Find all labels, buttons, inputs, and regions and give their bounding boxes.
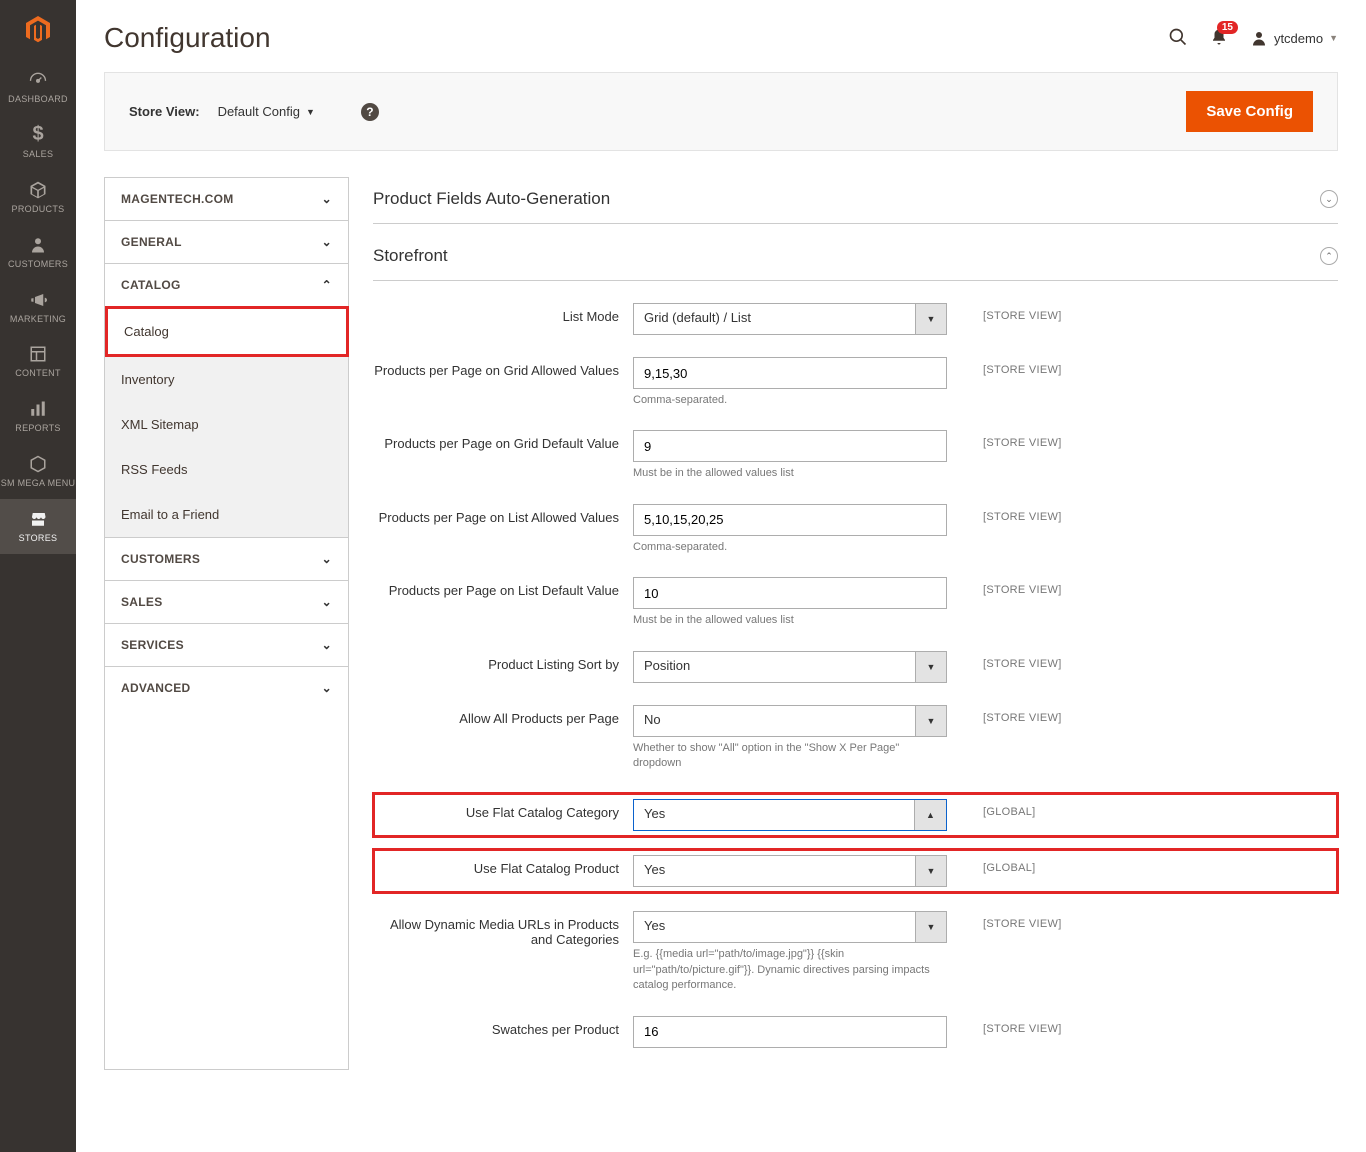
caret-down-icon: ▼: [915, 705, 947, 737]
nav-marketing[interactable]: MARKETING: [0, 280, 76, 335]
config-body: Product Fields Auto-Generation ⌄ Storefr…: [373, 177, 1338, 1070]
person-icon: [26, 233, 50, 257]
search-icon[interactable]: [1168, 27, 1188, 50]
caret-up-icon: ▲: [914, 800, 946, 830]
field-sort-by: Product Listing Sort by Position ▼ [STOR…: [373, 651, 1338, 683]
nav-products[interactable]: PRODUCTS: [0, 170, 76, 225]
field-grid-allowed: Products per Page on Grid Allowed Values…: [373, 357, 1338, 408]
flat-category-select[interactable]: Yes ▲: [633, 799, 947, 831]
tree-item-inventory[interactable]: Inventory: [105, 357, 348, 402]
caret-down-icon: ▼: [306, 107, 315, 117]
tree-item-email-friend[interactable]: Email to a Friend: [105, 492, 348, 537]
user-menu[interactable]: ytcdemo ▼: [1250, 29, 1338, 47]
tree-item-xml-sitemap[interactable]: XML Sitemap: [105, 402, 348, 447]
config-tree: MAGENTECH.COM ⌄ GENERAL ⌄ CATALOG ⌃: [104, 177, 349, 1070]
chevron-down-icon: ⌄: [322, 235, 332, 249]
list-mode-select[interactable]: Grid (default) / List ▼: [633, 303, 947, 335]
caret-down-icon: ▼: [1329, 33, 1338, 43]
caret-down-icon: ▼: [915, 911, 947, 943]
chevron-up-icon: ⌃: [322, 278, 332, 292]
nav-dashboard[interactable]: DASHBOARD: [0, 60, 76, 115]
nav-stores[interactable]: STORES: [0, 499, 76, 554]
field-list-allowed: Products per Page on List Allowed Values…: [373, 504, 1338, 555]
magento-logo[interactable]: [0, 0, 76, 60]
caret-down-icon: ▼: [915, 855, 947, 887]
field-grid-default: Products per Page on Grid Default Value …: [373, 430, 1338, 481]
dollar-icon: $: [26, 123, 50, 147]
grid-allowed-input[interactable]: [633, 357, 947, 389]
nav-sm-mega-menu[interactable]: SM MEGA MENU: [0, 444, 76, 499]
list-allowed-input[interactable]: [633, 504, 947, 536]
field-flat-product: Use Flat Catalog Product Yes ▼ [GLOBAL]: [373, 849, 1338, 893]
nav-sales[interactable]: $ SALES: [0, 115, 76, 170]
caret-down-icon: ▼: [915, 651, 947, 683]
caret-down-icon: ▼: [915, 303, 947, 335]
tree-section-magentech[interactable]: MAGENTECH.COM ⌄: [105, 178, 348, 220]
megaphone-icon: [26, 288, 50, 312]
field-list-mode: List Mode Grid (default) / List ▼ [STORE…: [373, 303, 1338, 335]
chevron-down-icon: ⌄: [322, 552, 332, 566]
nav-content[interactable]: CONTENT: [0, 334, 76, 389]
tree-item-rss-feeds[interactable]: RSS Feeds: [105, 447, 348, 492]
chevron-down-icon: ⌄: [322, 192, 332, 206]
flat-product-select[interactable]: Yes ▼: [633, 855, 947, 887]
storeview-bar: Store View: Default Config ▼ ? Save Conf…: [104, 72, 1338, 151]
username: ytcdemo: [1274, 31, 1323, 46]
dashboard-icon: [26, 68, 50, 92]
chevron-down-icon: ⌄: [322, 638, 332, 652]
page-header: Configuration 15 ytcdemo ▼: [104, 0, 1338, 72]
tree-section-customers[interactable]: CUSTOMERS ⌄: [105, 538, 348, 580]
nav-customers[interactable]: CUSTOMERS: [0, 225, 76, 280]
hexagon-icon: [26, 452, 50, 476]
tree-item-catalog[interactable]: Catalog: [105, 306, 349, 357]
tree-section-sales[interactable]: SALES ⌄: [105, 581, 348, 623]
field-swatches: Swatches per Product [STORE VIEW]: [373, 1016, 1338, 1048]
cube-icon: [26, 178, 50, 202]
tree-section-services[interactable]: SERVICES ⌄: [105, 624, 348, 666]
field-allow-all: Allow All Products per Page No ▼ Whether…: [373, 705, 1338, 772]
storefront-icon: [26, 507, 50, 531]
field-flat-category: Use Flat Catalog Category Yes ▲ [GLOBAL]: [373, 793, 1338, 837]
notifications-badge: 15: [1217, 21, 1238, 34]
storeview-select[interactable]: Default Config ▼: [218, 104, 315, 119]
sort-by-select[interactable]: Position ▼: [633, 651, 947, 683]
tree-section-general[interactable]: GENERAL ⌄: [105, 221, 348, 263]
collapse-icon: ⌃: [1320, 247, 1338, 265]
section-product-fields-auto-gen[interactable]: Product Fields Auto-Generation ⌄: [373, 177, 1338, 224]
list-default-input[interactable]: [633, 577, 947, 609]
save-config-button[interactable]: Save Config: [1186, 91, 1313, 132]
chevron-down-icon: ⌄: [322, 681, 332, 695]
admin-sidebar: DASHBOARD $ SALES PRODUCTS CUSTOMERS MAR…: [0, 0, 76, 1152]
grid-default-input[interactable]: [633, 430, 947, 462]
swatches-input[interactable]: [633, 1016, 947, 1048]
tree-section-catalog[interactable]: CATALOG ⌃: [105, 264, 348, 306]
dynamic-media-select[interactable]: Yes ▼: [633, 911, 947, 943]
bars-icon: [26, 397, 50, 421]
help-icon[interactable]: ?: [361, 103, 379, 121]
tree-section-advanced[interactable]: ADVANCED ⌄: [105, 667, 348, 709]
notifications-icon[interactable]: 15: [1210, 27, 1228, 50]
user-icon: [1250, 29, 1268, 47]
nav-reports[interactable]: REPORTS: [0, 389, 76, 444]
allow-all-select[interactable]: No ▼: [633, 705, 947, 737]
magento-logo-icon: [22, 14, 54, 46]
field-dynamic-media: Allow Dynamic Media URLs in Products and…: [373, 911, 1338, 993]
storeview-label: Store View:: [129, 104, 200, 119]
page-title: Configuration: [104, 22, 271, 54]
expand-icon: ⌄: [1320, 190, 1338, 208]
layout-icon: [26, 342, 50, 366]
field-list-default: Products per Page on List Default Value …: [373, 577, 1338, 628]
chevron-down-icon: ⌄: [322, 595, 332, 609]
section-storefront[interactable]: Storefront ⌃: [373, 234, 1338, 281]
